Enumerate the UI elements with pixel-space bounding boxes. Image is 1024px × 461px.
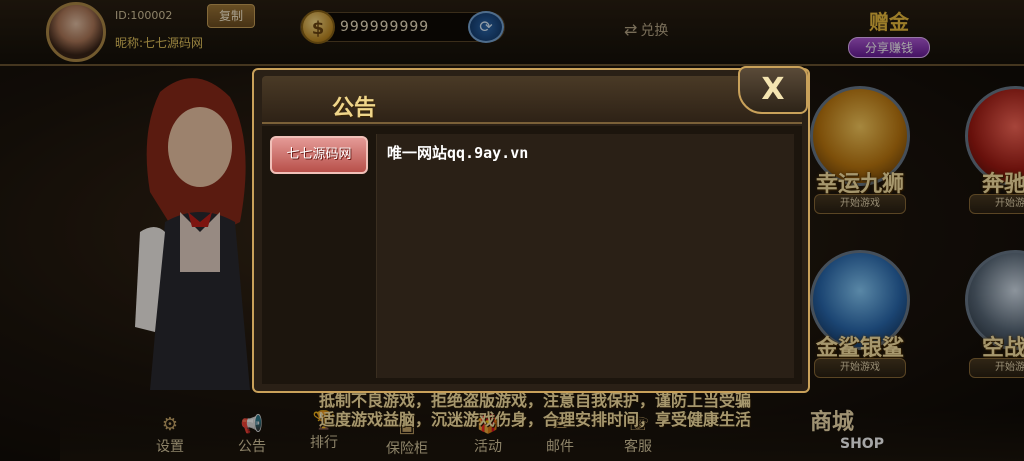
announcement-content-panel: 唯一网站qq.9ay.vn [376,134,794,378]
announcement-modal: 公告 七七源码网 唯一网站qq.9ay.vn [252,68,810,393]
modal-title: 公告 [332,96,377,121]
announcement-tab-list: 七七源码网 [270,136,378,376]
tab-qiqi-source[interactable]: 七七源码网 [270,136,368,174]
close-button[interactable]: X [738,66,808,114]
announcement-text: 唯一网站qq.9ay.vn [387,144,529,162]
modal-header: 公告 [262,76,802,124]
modal-body: 七七源码网 唯一网站qq.9ay.vn [262,126,802,384]
close-icon: X [761,72,785,107]
